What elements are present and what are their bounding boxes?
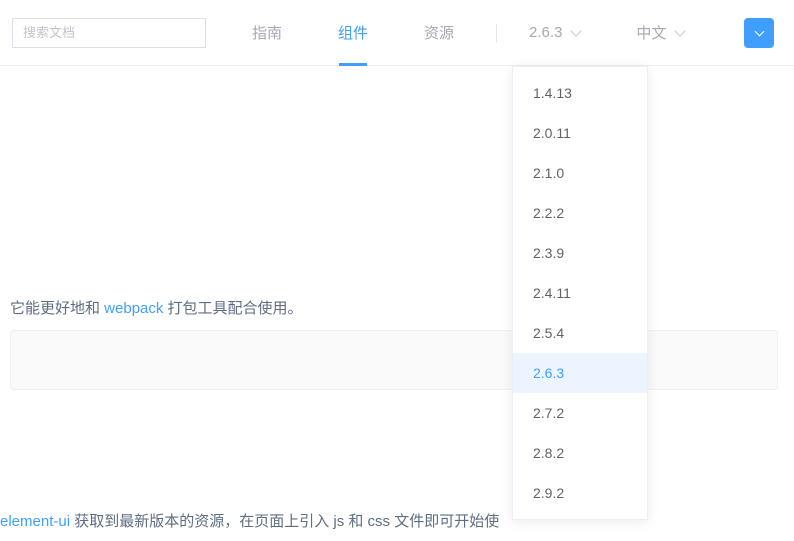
version-current-label: 2.6.3 <box>529 24 562 41</box>
version-option[interactable]: 2.5.4 <box>513 313 647 353</box>
theme-toggle-button[interactable] <box>744 18 774 48</box>
nav-resource[interactable]: 资源 <box>396 0 482 65</box>
chevron-down-icon <box>754 26 764 36</box>
nav-component[interactable]: 组件 <box>310 0 396 65</box>
text: 它能更好地和 <box>10 300 104 317</box>
version-select[interactable]: 2.6.3 <box>511 24 598 41</box>
version-option[interactable]: 2.6.3 <box>513 353 647 393</box>
chevron-down-icon <box>675 25 686 36</box>
search-input[interactable] <box>12 18 206 48</box>
code-block <box>10 330 778 390</box>
version-option[interactable]: 2.0.11 <box>513 113 647 153</box>
version-option[interactable]: 2.9.2 <box>513 473 647 513</box>
version-option[interactable]: 2.7.2 <box>513 393 647 433</box>
language-current-label: 中文 <box>636 22 666 43</box>
version-option[interactable]: 2.2.2 <box>513 193 647 233</box>
version-option[interactable]: 2.8.2 <box>513 433 647 473</box>
version-option[interactable]: 2.1.0 <box>513 153 647 193</box>
nav-guide[interactable]: 指南 <box>224 0 310 65</box>
intro-paragraph: 它能更好地和 webpack 打包工具配合使用。 <box>10 296 303 322</box>
version-dropdown: 1.4.132.0.112.1.02.2.22.3.92.4.112.5.42.… <box>512 66 648 520</box>
version-option[interactable]: 1.4.13 <box>513 73 647 113</box>
text: 获取到最新版本的资源，在页面上引入 js 和 css 文件即可开始使 <box>70 513 499 530</box>
version-option[interactable]: 2.4.11 <box>513 273 647 313</box>
webpack-link[interactable]: webpack <box>104 300 163 317</box>
nav: 指南 组件 资源 <box>224 0 482 65</box>
cdn-paragraph: element-ui 获取到最新版本的资源，在页面上引入 js 和 css 文件… <box>0 509 499 535</box>
header: 指南 组件 资源 2.6.3 中文 <box>0 0 794 66</box>
version-option[interactable]: 2.3.9 <box>513 233 647 273</box>
element-ui-link[interactable]: element-ui <box>0 513 70 530</box>
chevron-down-icon <box>571 25 582 36</box>
divider <box>496 24 497 42</box>
language-select[interactable]: 中文 <box>618 22 702 43</box>
text: 打包工具配合使用。 <box>163 300 302 317</box>
